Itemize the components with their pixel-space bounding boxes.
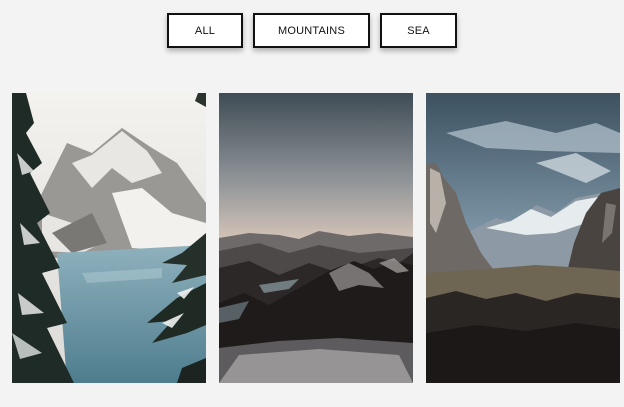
gallery-photo-dusk-ridges[interactable] bbox=[219, 93, 413, 383]
filter-bar: ALL MOUNTAINS SEA bbox=[0, 13, 624, 48]
filter-all-button[interactable]: ALL bbox=[167, 13, 243, 48]
gallery-photo-granite-valley[interactable] bbox=[426, 93, 620, 383]
filter-mountains-button[interactable]: MOUNTAINS bbox=[253, 13, 370, 48]
filter-sea-button[interactable]: SEA bbox=[380, 13, 457, 48]
mountain-lake-image bbox=[12, 93, 206, 383]
granite-valley-image bbox=[426, 93, 620, 383]
dusk-ridges-image bbox=[219, 93, 413, 383]
gallery-photo-mountain-lake[interactable] bbox=[12, 93, 206, 383]
photo-gallery bbox=[12, 93, 620, 383]
